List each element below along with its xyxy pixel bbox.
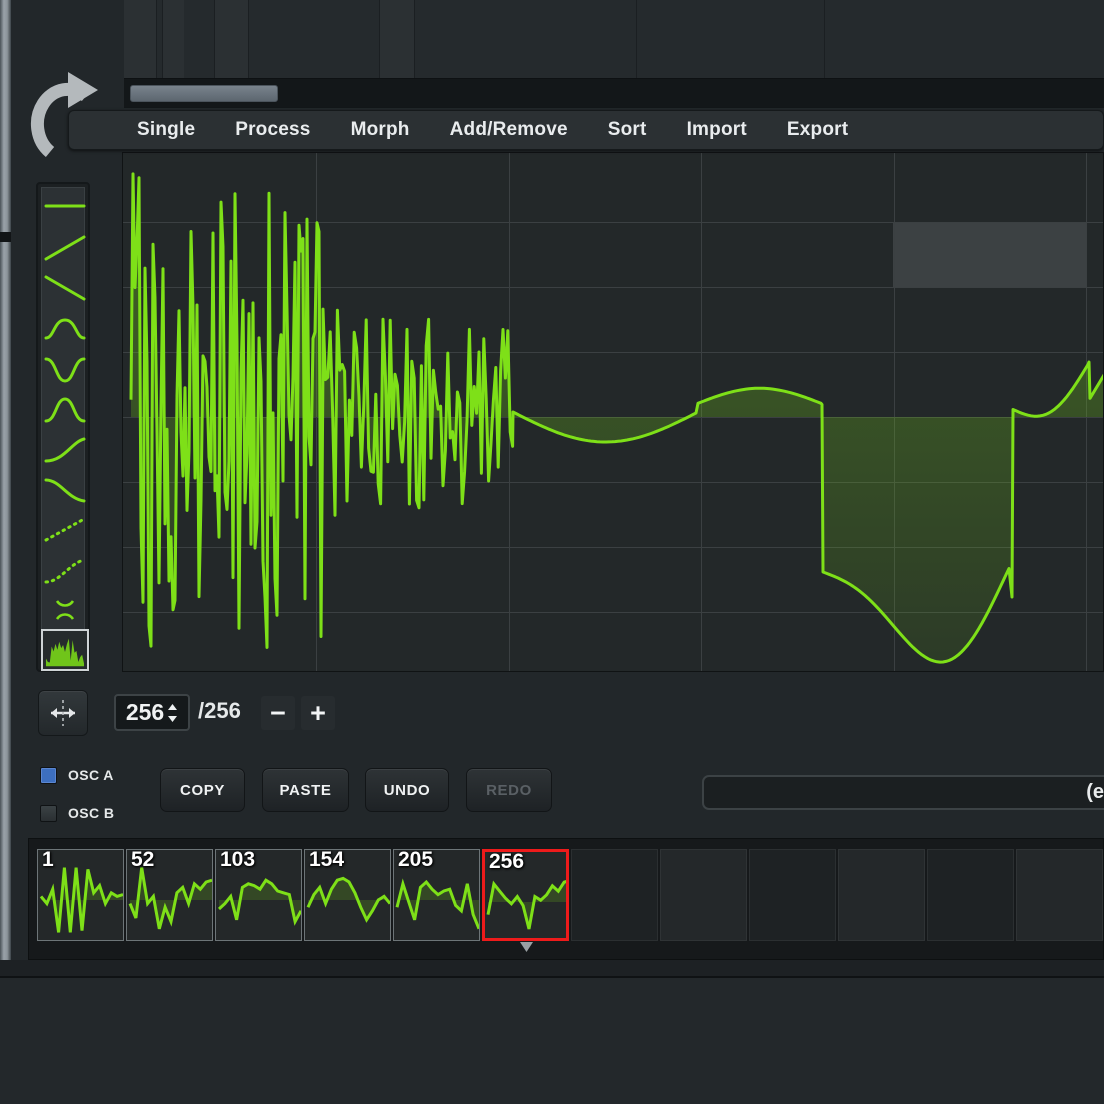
ease-in-tool-icon [42,432,88,466]
browser-column-separator [214,0,215,78]
osc-a-row[interactable]: OSC A [40,762,114,788]
browser-column-separator [162,0,163,78]
editor-menubar: Single Process Morph Add/Remove Sort Imp… [68,110,1104,150]
scrollbar-nub [0,232,11,242]
left-edge-filler [11,0,28,980]
grid-line-horizontal [123,671,1104,672]
browser-horizontal-scrollbar[interactable] [124,78,1104,108]
dotted-curve-tool-icon [42,553,88,587]
frame-decrement-button[interactable]: − [261,696,295,730]
browser-column-shade [162,0,184,78]
frame-thumbnail-empty[interactable] [660,849,747,941]
waveform-curve [123,153,1104,672]
tool-noise[interactable] [42,630,88,670]
browser-column-separator [414,0,415,78]
paste-button[interactable]: PASTE [262,768,349,812]
dotted-ramp-tool-icon [42,512,88,546]
frame-thumbnail-empty[interactable] [571,849,658,941]
menu-item-sort[interactable]: Sort [588,119,667,141]
browser-column-separator [248,0,249,78]
scrollbar-thumb[interactable] [130,85,278,102]
frame-thumbnail-number: 103 [220,849,255,872]
left-vertical-scrollbar[interactable] [0,0,11,980]
wavetable-name-input[interactable]: (e [702,775,1104,810]
frame-thumbnail[interactable]: 154 [304,849,391,941]
undo-button[interactable]: UNDO [365,768,449,812]
tool-dotted-curve[interactable] [42,550,88,590]
tool-flat[interactable] [42,188,88,228]
waveform-display[interactable] [122,152,1104,672]
frame-thumbnail-strip[interactable]: 1 52 103 154 205 256 [28,838,1104,960]
draw-tool-strip [36,182,90,672]
frame-thumbnail-empty[interactable] [927,849,1014,941]
flat-tool-icon [42,191,88,225]
browser-column-separator [156,0,157,78]
frame-thumbnail[interactable]: 52 [126,849,213,941]
frame-thumbnail[interactable]: 256 [482,849,569,941]
ease-out-tool-icon [42,472,88,506]
browser-column-shade [124,0,156,78]
fit-horizontal-button[interactable] [38,690,88,736]
pinch-tool-icon [43,593,87,627]
frame-total-label: /256 [198,698,241,724]
menu-item-process[interactable]: Process [215,119,330,141]
redo-button: REDO [466,768,552,812]
osc-selector: OSC A OSC B [40,762,114,838]
ramp-down-tool-icon [42,271,88,305]
osc-b-row[interactable]: OSC B [40,800,114,826]
browser-column-separator [379,0,380,78]
tool-pinch[interactable] [42,590,88,630]
menu-item-addremove[interactable]: Add/Remove [430,119,588,141]
menu-item-export[interactable]: Export [767,119,868,141]
frame-thumbnail-number: 52 [131,849,154,872]
menu-item-single[interactable]: Single [117,119,215,141]
tool-ease-in[interactable] [42,429,88,469]
tool-s-curve[interactable] [42,309,88,349]
wavetable-editor-window: Single Process Morph Add/Remove Sort Imp… [0,0,1104,1104]
arch-tool-icon [42,392,88,426]
frame-thumbnail-empty[interactable] [749,849,836,941]
frame-thumbnail-empty[interactable] [838,849,925,941]
frame-thumbnail-empty[interactable] [1016,849,1103,941]
spinner-arrows-icon [167,702,178,724]
tool-ramp-down[interactable] [42,268,88,308]
browser-top-panel [124,0,1104,78]
ramp-up-tool-icon [42,231,88,265]
tool-valley[interactable] [42,349,88,389]
frame-thumbnail[interactable]: 205 [393,849,480,941]
valley-tool-icon [42,352,88,386]
osc-b-checkbox[interactable] [40,805,57,822]
tool-ease-out[interactable] [42,469,88,509]
frame-thumbnail[interactable]: 103 [215,849,302,941]
menu-item-import[interactable]: Import [667,119,767,141]
browser-column-separator [636,0,637,78]
frame-thumbnail-number: 1 [42,849,54,872]
frame-increment-button[interactable]: + [301,696,335,730]
bottom-panel: 2 -2 [0,978,1104,1104]
osc-a-checkbox[interactable] [40,767,57,784]
s-curve-tool-icon [42,312,88,346]
frame-number-input[interactable]: 256 [114,694,190,731]
osc-a-label: OSC A [68,767,114,783]
tool-dotted-ramp[interactable] [42,509,88,549]
browser-column-shade [214,0,248,78]
osc-b-label: OSC B [68,805,114,821]
frame-thumbnail-number: 154 [309,849,344,872]
fit-horizontal-icon [48,698,78,728]
frame-thumbnail[interactable]: 1 [37,849,124,941]
menu-item-morph[interactable]: Morph [331,119,430,141]
tool-ramp-up[interactable] [42,228,88,268]
tool-arch[interactable] [42,389,88,429]
frame-number-value: 256 [126,699,164,726]
noise-tool-icon [43,632,87,668]
browser-column-shade [379,0,414,78]
copy-button[interactable]: COPY [160,768,245,812]
frame-thumbnail-number: 205 [398,849,433,872]
frame-thumbnail-number: 256 [489,850,524,874]
browser-column-separator [824,0,825,78]
selected-frame-marker[interactable] [520,939,533,949]
